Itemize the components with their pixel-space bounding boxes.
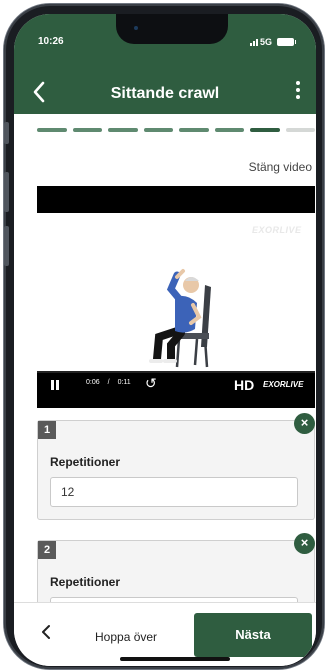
remove-set-button[interactable]: ×	[294, 533, 315, 554]
more-vertical-icon	[296, 81, 300, 85]
pause-button[interactable]	[51, 380, 61, 390]
exercise-progress	[37, 128, 315, 132]
previous-button[interactable]	[40, 623, 52, 646]
volume-up-button	[4, 172, 9, 212]
video-frame[interactable]: EXORLIVE	[37, 213, 315, 371]
pause-icon	[51, 380, 54, 390]
repetitions-label: Repetitioner	[50, 575, 121, 589]
set-number: 1	[38, 421, 56, 439]
progress-segment	[214, 128, 244, 132]
app-header: Sittande crawl	[14, 72, 316, 114]
volume-down-button	[4, 226, 9, 266]
more-menu-button[interactable]	[290, 78, 306, 108]
video-current-time: 0:06	[86, 379, 100, 386]
progress-segment	[179, 128, 209, 132]
phone-frame: 10:26 5G Sittande crawl Stäng video EXOR	[4, 4, 324, 669]
video-watermark: EXORLIVE	[252, 225, 302, 235]
video-duration: 0:11	[117, 379, 131, 386]
progress-segment	[143, 128, 173, 132]
page-title: Sittande crawl	[110, 85, 220, 102]
exorlive-logo: EXORLIVE	[263, 380, 304, 389]
repetitions-input[interactable]	[50, 477, 298, 507]
close-icon: ×	[300, 535, 309, 550]
video-progress-bar[interactable]	[37, 371, 315, 373]
progress-segment	[285, 128, 315, 132]
replay-icon[interactable]: ↺	[145, 375, 157, 392]
next-button[interactable]: Nästa	[194, 613, 312, 657]
home-indicator	[120, 657, 230, 661]
close-icon: ×	[300, 415, 309, 430]
notch	[116, 14, 228, 44]
progress-segment	[72, 128, 102, 132]
hd-toggle[interactable]: HD	[234, 377, 254, 393]
network-label: 5G	[260, 37, 273, 47]
exercise-figure	[149, 269, 211, 368]
video-timecode: 0:06 / 0:11	[82, 379, 135, 386]
screen: 10:26 5G Sittande crawl Stäng video EXOR	[14, 14, 316, 666]
close-video-link[interactable]: Stäng video	[14, 160, 312, 174]
remove-set-button[interactable]: ×	[294, 413, 315, 434]
status-bar: 10:26 5G	[14, 14, 316, 72]
battery-icon	[277, 38, 297, 46]
progress-segment	[37, 128, 67, 132]
progress-segment	[250, 128, 280, 132]
repetitions-label: Repetitioner	[50, 455, 121, 469]
signal-icon	[250, 38, 258, 46]
status-indicators: 5G	[250, 37, 297, 47]
video-player[interactable]: EXORLIVE 0:06 / 0:11 ↺ HD EXORLIVE	[37, 186, 315, 408]
progress-segment	[108, 128, 138, 132]
mute-switch	[4, 122, 9, 144]
skip-button[interactable]: Hoppa över	[95, 630, 157, 644]
set-card: 1 Repetitioner	[37, 420, 315, 520]
status-time: 10:26	[38, 36, 64, 47]
set-number: 2	[38, 541, 56, 559]
chevron-left-icon	[42, 625, 50, 639]
video-time-separator: /	[107, 379, 110, 386]
